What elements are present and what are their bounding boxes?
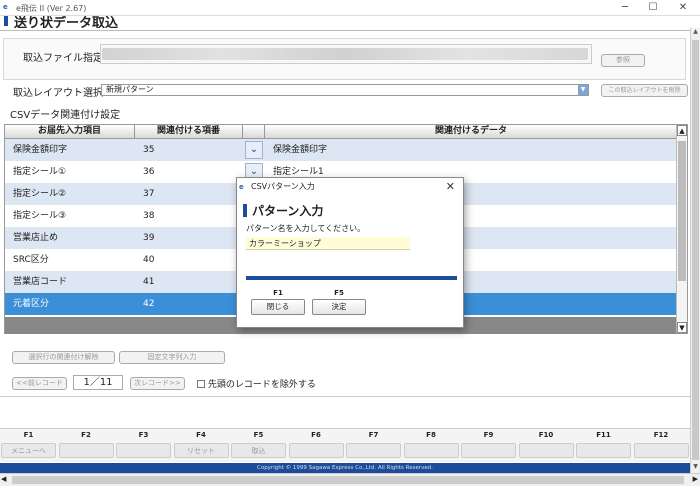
file-path-value [102, 48, 588, 60]
row-number[interactable]: 35 [135, 139, 243, 161]
page-title: 送り状データ取込 [14, 16, 119, 28]
dialog-f5-key: F5 [334, 289, 344, 297]
fkey-label-f4: F4 [196, 431, 206, 439]
prev-record-button[interactable]: <<前レコード [12, 377, 67, 390]
pattern-name-input[interactable] [246, 237, 410, 250]
row-number[interactable]: 40 [135, 249, 243, 271]
row-item: 営業店コード [13, 277, 68, 287]
clear-mapping-button[interactable]: 選択行の関連付け解除 [12, 351, 115, 364]
minimize-button[interactable]: ─ [610, 1, 640, 15]
scroll-up-icon[interactable]: ▲ [691, 28, 700, 38]
dialog-close-btn[interactable]: 閉じる [251, 299, 305, 315]
fkey-button-f10[interactable] [518, 443, 574, 458]
fkey-button-f9[interactable] [461, 443, 516, 458]
chevron-down-icon[interactable]: ▼ [578, 85, 588, 95]
layout-select[interactable]: 新規パターン ▼ [101, 84, 589, 96]
fixed-string-button[interactable]: 固定文字列入力 [119, 351, 225, 364]
fkey-label-f3: F3 [138, 431, 149, 439]
app-logo-icon: e [3, 3, 8, 11]
fkey-label-f6: F6 [311, 431, 321, 439]
grid-header-item: お届先入力項目 [5, 125, 135, 139]
dialog-ok-button[interactable]: 決定 [312, 299, 366, 315]
scroll-down-icon[interactable]: ▼ [677, 322, 687, 333]
dialog-f1-key: F1 [273, 289, 283, 297]
fkey-button-f11[interactable] [576, 443, 631, 458]
row-item: 元着区分 [13, 299, 50, 309]
row-data[interactable]: 保険金額印字 [265, 139, 665, 161]
dialog-titlebar: e CSVパターン入力 ✕ [237, 178, 463, 196]
dialog-prompt: パターン名を入力してください。 [246, 224, 366, 233]
row-number[interactable]: 39 [135, 227, 243, 249]
scroll-right-icon[interactable]: ▶ [693, 475, 698, 483]
fkey-button-f8[interactable] [403, 443, 459, 458]
fkey-button-f4[interactable]: リセット [173, 443, 229, 458]
exclude-checkbox[interactable] [197, 380, 205, 388]
maximize-button[interactable]: ☐ [638, 1, 668, 15]
row-item: 保険金額印字 [13, 145, 68, 155]
app-logo-icon: e [239, 183, 244, 191]
row-number[interactable]: 41 [135, 271, 243, 293]
csv-section-label: CSVデータ関連付け設定 [10, 110, 121, 121]
fkey-button-f7[interactable] [346, 443, 401, 458]
row-number[interactable]: 42 [135, 293, 243, 315]
fkey-label-f5: F5 [253, 431, 264, 439]
fkey-label-f7: F7 [368, 431, 379, 439]
row-number[interactable]: 38 [135, 205, 243, 227]
next-record-button[interactable]: 次レコード>> [130, 377, 185, 390]
browse-button[interactable]: 参照 [601, 54, 645, 67]
delete-layout-button[interactable]: この取込レイアウトを削除 [601, 84, 688, 97]
file-label: 取込ファイル指定 [23, 53, 103, 64]
scroll-left-icon[interactable]: ◀ [1, 475, 6, 483]
scroll-down-icon[interactable]: ▼ [691, 463, 700, 473]
fkey-button-f3[interactable] [116, 443, 171, 458]
row-number[interactable]: 37 [135, 183, 243, 205]
row-item: 指定シール② [13, 189, 67, 199]
fkey-label-f11: F11 [596, 431, 611, 439]
row-item: SRC区分 [13, 255, 49, 265]
row-item: 営業店止め [13, 233, 59, 243]
row-number[interactable]: 36 [135, 161, 243, 183]
fkey-button-f1[interactable]: メニューへ [1, 443, 56, 458]
grid-header-num: 関連付ける項番 [135, 125, 243, 139]
window-title: e飛伝 II (Ver 2.67) [16, 4, 87, 13]
copyright: Copyright © 1999 Sagawa Express Co.,Ltd.… [0, 463, 690, 473]
table-row[interactable]: 保険金額印字 35 ⌄ 保険金額印字 [5, 139, 677, 161]
fkey-button-f6[interactable] [288, 443, 344, 458]
scroll-up-icon[interactable]: ▲ [677, 125, 687, 136]
chevron-down-icon[interactable]: ⌄ [245, 141, 263, 159]
fkey-label-f8: F8 [426, 431, 436, 439]
layout-label: 取込レイアウト選択 [13, 88, 103, 99]
fkey-label-f9: F9 [483, 431, 494, 439]
dialog-close-button[interactable]: ✕ [446, 178, 455, 196]
pattern-input-dialog: e CSVパターン入力 ✕ パターン入力 パターン名を入力してください。 F1 … [236, 177, 464, 328]
grid-header-data: 関連付けるデータ [265, 125, 677, 139]
page-indicator: 1／11 [73, 375, 123, 390]
page-header: 送り状データ取込 [0, 16, 700, 28]
dialog-divider [246, 276, 457, 280]
window-titlebar: e e飛伝 II (Ver 2.67) ─ ☐ ✕ [0, 0, 700, 16]
row-item: 指定シール③ [13, 211, 67, 221]
exclude-first-record[interactable]: 先頭のレコードを除外する [197, 377, 316, 390]
close-window-button[interactable]: ✕ [668, 1, 698, 15]
horizontal-scrollbar[interactable]: ◀ ▶ [0, 473, 700, 486]
fkey-label-f1: F1 [23, 431, 34, 439]
fkey-button-f12[interactable] [633, 443, 689, 458]
row-item: 指定シール① [13, 167, 67, 177]
fkey-button-f5[interactable]: 取込 [231, 443, 286, 458]
dialog-heading: パターン入力 [243, 202, 323, 219]
fkey-label-f10: F10 [538, 431, 554, 439]
fkey-label-f2: F2 [81, 431, 91, 439]
page-scrollbar[interactable]: ▲ ▼ [690, 28, 700, 473]
function-key-bar: F1 メニューへ F2 F3 F4 リセット F5 取込 F6 F7 F8 F9 F10 F11 F12 [0, 428, 700, 462]
header-divider [0, 30, 690, 31]
grid-scrollbar[interactable]: ▲ ▼ [676, 125, 687, 333]
fkey-button-f2[interactable] [58, 443, 114, 458]
fkey-label-f12: F12 [653, 431, 669, 439]
